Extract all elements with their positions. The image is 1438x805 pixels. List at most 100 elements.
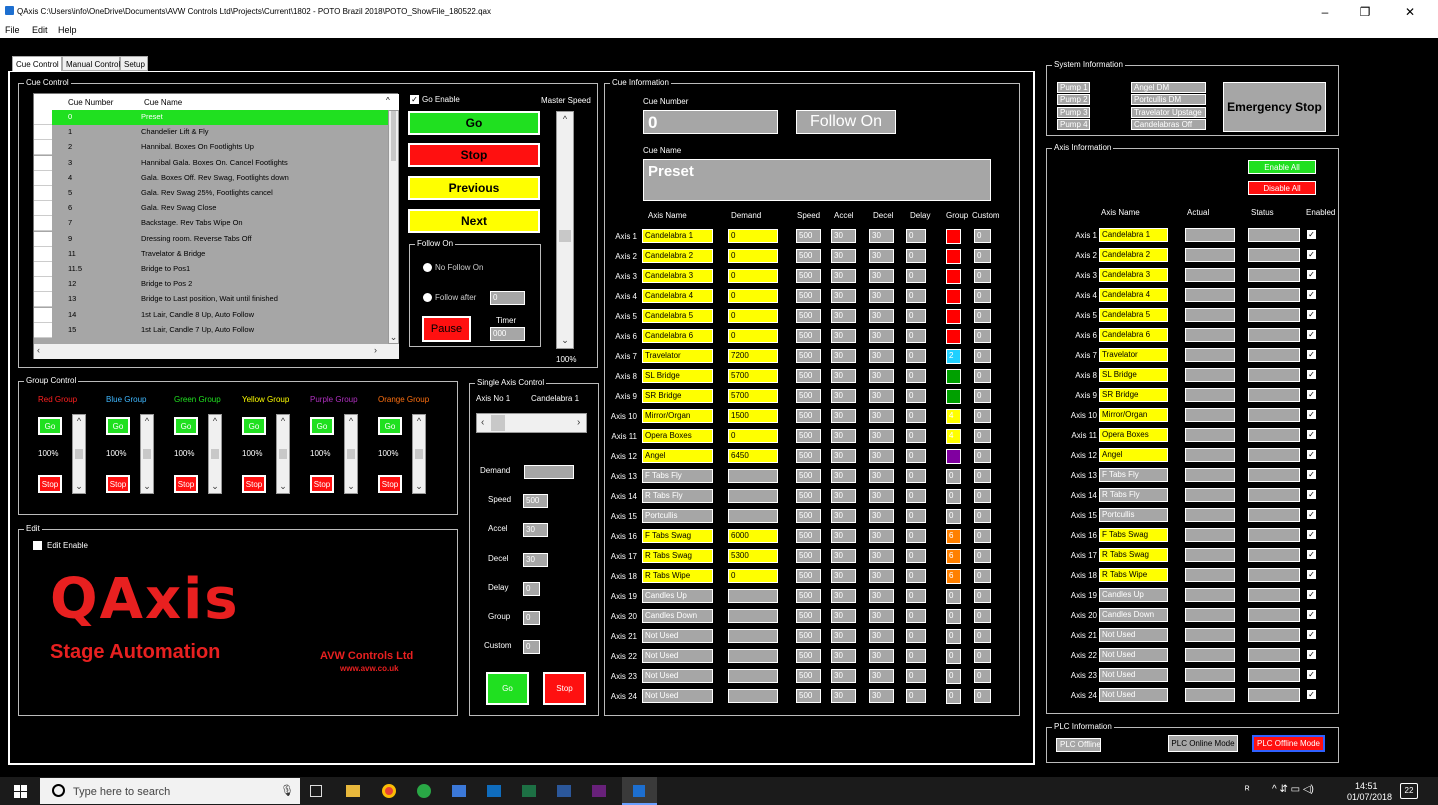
row-header[interactable] [34, 125, 52, 141]
cue-axis-accel[interactable]: 30 [831, 449, 856, 464]
cue-axis-speed[interactable]: 500 [796, 569, 821, 584]
cue-axis-demand[interactable]: 5700 [728, 389, 778, 404]
cue-axis-accel[interactable]: 30 [831, 369, 856, 384]
stop-button[interactable]: Stop [408, 143, 540, 167]
single-axis-speed-input[interactable]: 500 [523, 494, 548, 509]
scroll-left-icon[interactable]: ‹ [37, 345, 40, 355]
cue-axis-speed[interactable]: 500 [796, 489, 821, 504]
taskbar-search-box[interactable]: Type here to search 🎙 [40, 778, 300, 804]
cue-axis-speed[interactable]: 500 [796, 429, 821, 444]
cue-axis-group-swatch[interactable]: 0 [946, 609, 961, 625]
clock-date[interactable]: 01/07/2018 [1347, 792, 1392, 802]
minimize-button[interactable]: – [1310, 5, 1340, 19]
cue-axis-custom[interactable]: 0 [974, 549, 991, 564]
cue-axis-decel[interactable]: 30 [869, 289, 894, 304]
chevron-up-icon[interactable]: ^ [209, 416, 221, 426]
info-axis-enabled-checkbox[interactable]: ✓ [1307, 330, 1316, 340]
group-slider-thumb[interactable] [143, 449, 151, 459]
cue-axis-decel[interactable]: 30 [869, 569, 894, 584]
cue-axis-demand[interactable]: 0 [728, 269, 778, 284]
cue-axis-demand[interactable] [728, 489, 778, 504]
menu-file[interactable]: File [5, 25, 20, 35]
group-go-button[interactable]: Go [310, 417, 334, 435]
info-axis-enabled-checkbox[interactable]: ✓ [1307, 510, 1316, 520]
group-stop-button[interactable]: Stop [242, 475, 266, 493]
menu-help[interactable]: Help [58, 25, 77, 35]
cue-axis-custom[interactable]: 0 [974, 449, 991, 464]
group-stop-button[interactable]: Stop [310, 475, 334, 493]
cue-axis-accel[interactable]: 30 [831, 389, 856, 404]
single-axis-delay-input[interactable]: 0 [523, 581, 540, 596]
info-axis-enabled-checkbox[interactable]: ✓ [1307, 470, 1316, 480]
cue-axis-custom[interactable]: 0 [974, 509, 991, 524]
cue-axis-delay[interactable]: 0 [906, 589, 926, 604]
cue-axis-delay[interactable]: 0 [906, 389, 926, 404]
cue-axis-delay[interactable]: 0 [906, 669, 926, 684]
cue-axis-group-swatch[interactable] [946, 269, 961, 285]
cue-axis-group-swatch[interactable] [946, 289, 961, 305]
cue-axis-decel[interactable]: 30 [869, 349, 894, 364]
next-button[interactable]: Next [408, 209, 540, 233]
chevron-up-icon[interactable]: ^ [413, 416, 425, 426]
row-header[interactable] [34, 277, 52, 293]
scroll-down-icon[interactable]: ⌄ [389, 332, 398, 343]
chevron-up-icon[interactable]: ^ [345, 416, 357, 426]
cue-axis-delay[interactable]: 0 [906, 449, 926, 464]
group-slider-thumb[interactable] [415, 449, 423, 459]
cue-axis-group-swatch[interactable] [946, 309, 961, 325]
cue-axis-speed[interactable]: 500 [796, 509, 821, 524]
cue-axis-group-swatch[interactable]: 0 [946, 589, 961, 605]
cue-axis-delay[interactable]: 0 [906, 549, 926, 564]
cue-axis-speed[interactable]: 500 [796, 389, 821, 404]
group-stop-button[interactable]: Stop [174, 475, 198, 493]
previous-button[interactable]: Previous [408, 176, 540, 200]
group-go-button[interactable]: Go [38, 417, 62, 435]
group-speed-slider[interactable]: ^ ⌄ [72, 414, 86, 494]
table-row[interactable]: 11.5 Bridge to Pos1 [34, 262, 388, 277]
cue-axis-group-swatch[interactable]: 0 [946, 469, 961, 485]
cue-axis-decel[interactable]: 30 [869, 449, 894, 464]
cue-axis-delay[interactable]: 0 [906, 509, 926, 524]
cue-axis-speed[interactable]: 500 [796, 349, 821, 364]
emergency-stop-button[interactable]: Emergency Stop [1223, 82, 1326, 132]
cue-axis-decel[interactable]: 30 [869, 429, 894, 444]
cue-axis-delay[interactable]: 0 [906, 469, 926, 484]
single-axis-go-button[interactable]: Go [486, 672, 529, 705]
cue-axis-accel[interactable]: 30 [831, 429, 856, 444]
cue-table-hscroll[interactable]: ‹ › [34, 344, 399, 359]
app-blue-icon[interactable] [452, 785, 466, 797]
cue-axis-group-swatch[interactable]: 0 [946, 509, 961, 525]
cue-axis-demand[interactable] [728, 649, 778, 664]
cue-axis-demand[interactable]: 0 [728, 329, 778, 344]
tab-manual-control[interactable]: Manual Control [62, 56, 120, 71]
cue-axis-decel[interactable]: 30 [869, 249, 894, 264]
single-axis-decel-input[interactable]: 30 [523, 552, 548, 567]
info-axis-enabled-checkbox[interactable]: ✓ [1307, 390, 1316, 400]
group-slider-thumb[interactable] [211, 449, 219, 459]
table-row[interactable]: 12 Bridge to Pos 2 [34, 277, 388, 293]
cue-axis-custom[interactable]: 0 [974, 489, 991, 504]
cue-axis-speed[interactable]: 500 [796, 629, 821, 644]
cue-axis-accel[interactable]: 30 [831, 509, 856, 524]
notification-icon[interactable]: 22 [1400, 783, 1418, 799]
scroll-left-icon[interactable]: ‹ [481, 417, 484, 428]
cue-axis-accel[interactable]: 30 [831, 649, 856, 664]
cue-axis-custom[interactable]: 0 [974, 389, 991, 404]
row-header[interactable]: ▸ [34, 110, 52, 125]
cue-axis-accel[interactable]: 30 [831, 329, 856, 344]
cue-axis-demand[interactable] [728, 469, 778, 484]
axis-select-thumb[interactable] [491, 415, 505, 431]
pause-button[interactable]: Pause [422, 316, 471, 342]
task-view-icon[interactable] [310, 785, 322, 797]
follow-after-input[interactable]: 0 [490, 291, 525, 305]
cue-axis-decel[interactable]: 30 [869, 489, 894, 504]
cue-axis-speed[interactable]: 500 [796, 449, 821, 464]
cue-axis-group-swatch[interactable]: 2 [946, 349, 961, 365]
cue-axis-speed[interactable]: 500 [796, 229, 821, 243]
cue-axis-group-swatch[interactable]: 6 [946, 569, 961, 585]
cue-axis-group-swatch[interactable]: 0 [946, 649, 961, 665]
cue-axis-decel[interactable]: 30 [869, 549, 894, 564]
outlook-icon[interactable] [487, 785, 501, 797]
chevron-up-icon[interactable]: ^ [141, 416, 153, 426]
group-slider-thumb[interactable] [279, 449, 287, 459]
